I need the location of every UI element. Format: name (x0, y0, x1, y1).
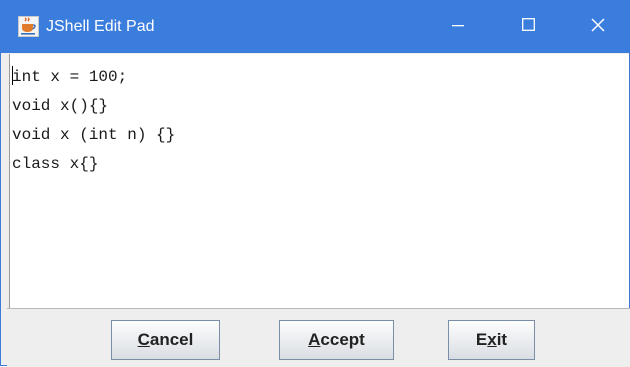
maximize-button[interactable] (493, 1, 563, 53)
code-line: int x = 100; (12, 68, 128, 86)
accept-mnemonic: A (308, 330, 321, 349)
exit-button[interactable]: Ex it (448, 320, 535, 360)
minimize-icon (452, 18, 464, 36)
code-line: void x(){} (12, 97, 109, 115)
cancel-label: ancel (149, 330, 194, 349)
exit-mnemonic: x (487, 330, 497, 349)
exit-label-start: E (475, 330, 488, 349)
java-cup-icon (18, 16, 39, 37)
maximize-icon (521, 18, 535, 36)
accept-label: ccept (320, 330, 365, 349)
window-title: JShell Edit Pad (46, 18, 155, 35)
code-line: void x (int n) {} (12, 126, 176, 144)
minimize-button[interactable] (423, 1, 493, 53)
close-button[interactable] (563, 1, 630, 53)
accept-button[interactable]: Accept (279, 320, 394, 360)
close-icon (591, 17, 605, 37)
cancel-button[interactable]: Cancel (111, 320, 220, 360)
code-line: class x{} (12, 155, 99, 173)
code-editor[interactable]: int x = 100; void x(){} void x (int n) {… (9, 54, 629, 308)
jshell-edit-pad-window: JShell Edit Pad int x = 100; void x(){} … (0, 0, 630, 367)
editor-text: int x = 100; void x(){} void x (int n) {… (12, 63, 175, 179)
button-bar: Cancel Accept Ex it (7, 308, 630, 367)
cancel-mnemonic: C (137, 330, 150, 349)
exit-label-end: it (496, 330, 508, 349)
title-bar[interactable]: JShell Edit Pad (1, 1, 629, 53)
text-caret (12, 66, 13, 85)
